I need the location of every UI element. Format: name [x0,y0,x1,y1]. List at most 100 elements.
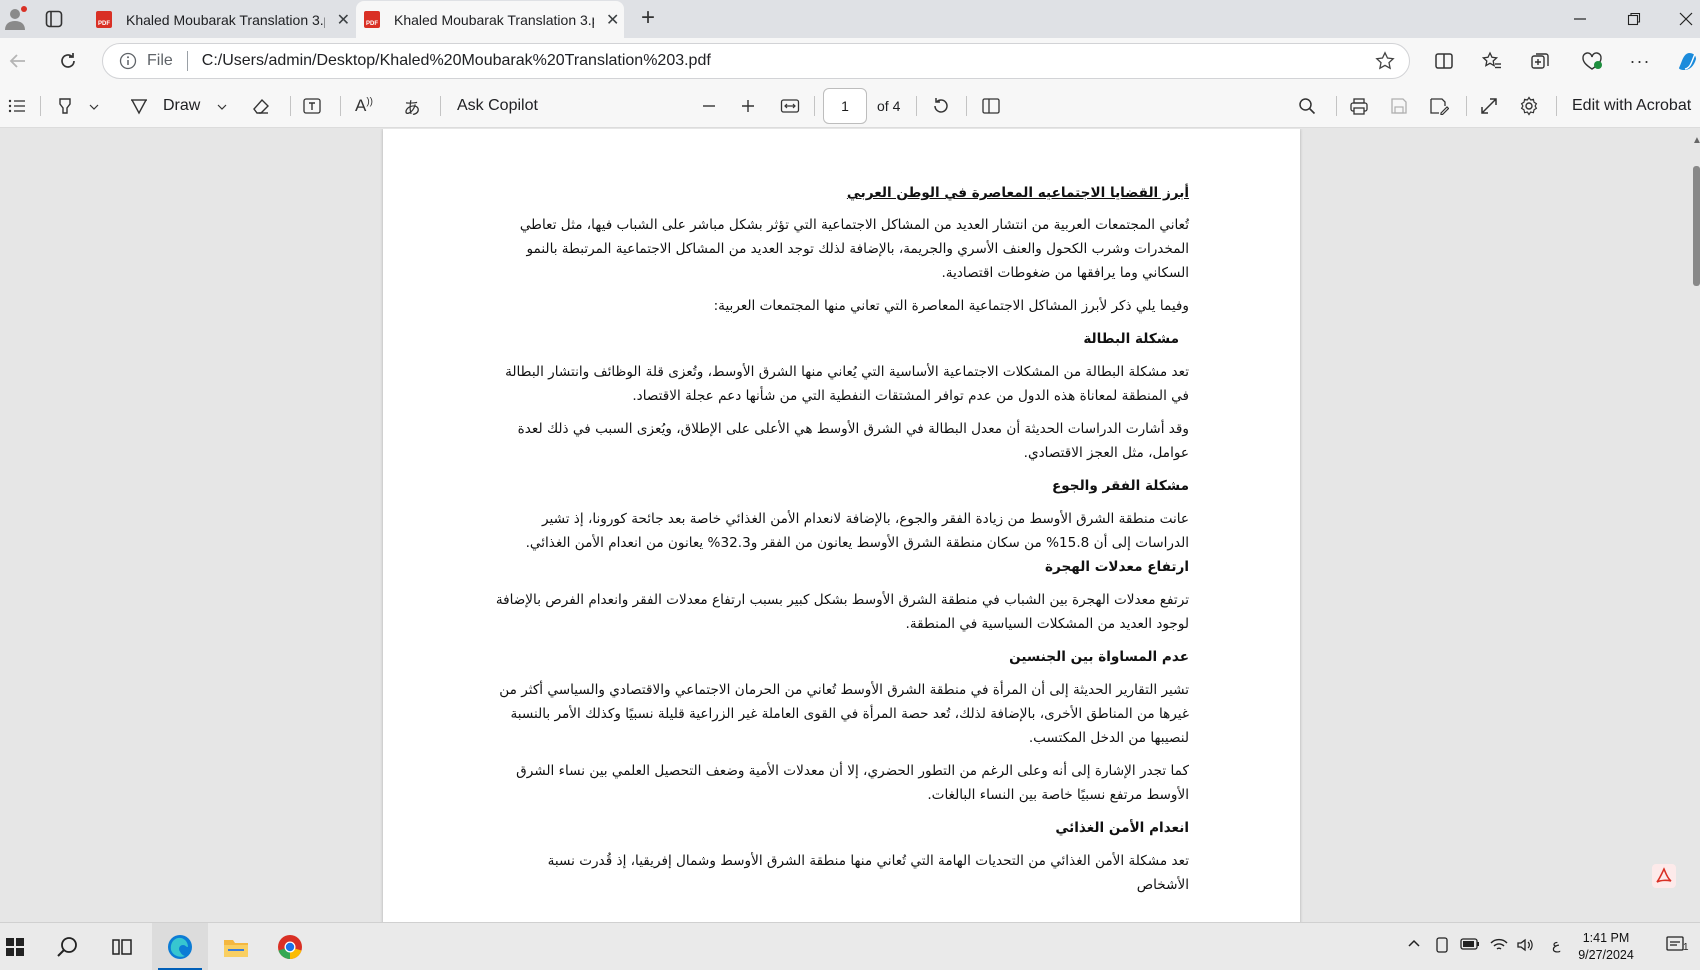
clock-date: 9/27/2024 [1578,948,1634,962]
fit-width-icon[interactable] [778,95,802,117]
ask-copilot-button[interactable]: Ask Copilot [457,97,538,115]
minimize-button[interactable] [1568,8,1592,30]
browser-essentials-icon[interactable] [1580,49,1604,73]
taskbar: ع 1:41 PM 9/27/2024 1 [0,922,1700,970]
read-aloud-glyph: A)) [354,96,373,115]
wifi-icon[interactable] [1490,937,1508,956]
ellipsis-icon: ··· [1629,50,1651,71]
pdf-toolbar: Draw A)) あ Ask Copilot 1 of 4 Edit with … [0,84,1700,128]
restore-button[interactable] [1622,8,1646,30]
edit-with-acrobat-button[interactable]: Edit with Acrobat [1572,97,1691,115]
zoom-out-icon[interactable] [698,95,720,117]
file-explorer-icon[interactable] [218,923,254,970]
translate-icon[interactable]: あ [400,95,424,118]
read-aloud-icon[interactable]: A)) [352,95,376,117]
refresh-icon[interactable] [56,49,80,73]
split-screen-icon[interactable] [1432,49,1456,73]
device-icon[interactable] [1434,937,1450,956]
heading-inequality: عدم المساواة بين الجنسين [1009,649,1189,665]
heading-poverty: مشكلة الفقر والجوع [1051,478,1189,494]
highlight-icon[interactable] [54,95,76,117]
toolbar-divider [916,96,917,116]
paragraph-intro: تُعاني المجتمعات العربية من انتشار العدي… [519,217,1189,281]
heading-unemployment: مشكلة البطالة [1083,331,1179,347]
notification-count: 1 [1683,942,1689,953]
page-total-label: of 4 [877,98,901,114]
table-of-contents-icon[interactable] [6,95,28,117]
tab-pdf-2[interactable]: PDF Khaled Moubarak Translation 3.pdf ✕ [356,1,624,38]
copilot-icon[interactable] [1674,49,1700,73]
toolbar-divider [966,96,967,116]
address-input[interactable]: File C:/Users/admin/Desktop/Khaled%20Mou… [102,43,1410,79]
toolbar-divider [814,96,815,116]
toolbar-divider [1466,96,1467,116]
highlight-dropdown-icon[interactable] [86,99,102,115]
paragraph-unemployment-1: تعد مشكلة البطالة من المشكلات الاجتماعية… [505,364,1189,404]
address-bar-row: File C:/Users/admin/Desktop/Khaled%20Mou… [0,38,1700,84]
volume-icon[interactable] [1516,937,1534,956]
search-icon[interactable] [50,923,86,970]
tab-strip: PDF Khaled Moubarak Translation 3.pdf ✕ … [0,0,1700,38]
translate-glyph: あ [403,98,421,118]
taskbar-clock[interactable]: 1:41 PM 9/27/2024 [1568,930,1644,964]
draw-icon[interactable] [128,95,150,117]
search-icon[interactable] [1296,95,1318,117]
windows-start-icon[interactable] [0,923,30,970]
favorite-star-icon[interactable] [1375,51,1395,71]
page-view-icon[interactable] [980,95,1002,117]
url-text: C:/Users/admin/Desktop/Khaled%20Moubarak… [201,52,711,69]
edge-app-icon[interactable] [152,923,208,970]
add-text-icon[interactable] [301,95,323,117]
tab-title: Khaled Moubarak Translation 3.pdf [126,11,325,28]
plus-icon: + [640,4,655,31]
input-language-indicator[interactable]: ع [1552,936,1560,953]
show-hidden-icons[interactable] [1406,935,1422,954]
page-number-input[interactable]: 1 [823,88,867,124]
acrobat-icon[interactable] [1650,862,1678,890]
scroll-up-icon[interactable]: ▲ [1692,135,1700,146]
battery-icon[interactable] [1460,937,1480,954]
pdf-icon: PDF [364,11,380,28]
zoom-in-icon[interactable] [737,95,759,117]
back-icon[interactable] [6,49,30,73]
collections-icon[interactable] [1528,49,1552,73]
tab-actions-icon[interactable] [42,8,66,30]
new-tab-button[interactable]: + [636,4,660,31]
toolbar-divider [440,96,441,116]
more-options-icon[interactable]: ··· [1628,49,1652,73]
url-scheme-label: File [147,52,173,69]
draw-dropdown-icon[interactable] [214,99,230,115]
url-divider [186,51,188,71]
paragraph-inequality-1: تشير التقارير الحديثة إلى أن المرأة في م… [499,682,1189,746]
close-window-button[interactable] [1674,8,1698,30]
rotate-icon[interactable] [930,95,952,117]
info-icon[interactable] [119,52,137,70]
toolbar-divider [340,96,341,116]
close-icon[interactable]: ✕ [606,10,619,30]
document-title: أبرز القضايا الاجتماعيه المعاصرة في الوط… [846,185,1189,201]
print-icon[interactable] [1348,95,1370,117]
toolbar-divider [40,96,41,116]
task-view-icon[interactable] [104,923,140,970]
profile-icon[interactable] [2,4,28,32]
favorites-icon[interactable] [1480,49,1504,73]
fullscreen-icon[interactable] [1478,95,1500,117]
tab-pdf-1[interactable]: PDF Khaled Moubarak Translation 3.pdf ✕ [88,1,350,38]
paragraph-food-security: تعد مشكلة الأمن الغذائي من التحديات الها… [547,853,1189,893]
save-as-icon[interactable] [1428,95,1450,117]
chrome-app-icon[interactable] [272,923,308,970]
close-icon[interactable]: ✕ [337,10,350,30]
scrollbar-thumb[interactable] [1693,166,1700,286]
heading-migration: ارتفاع معدلات الهجرة [1045,559,1189,575]
eraser-icon[interactable] [250,95,272,117]
notification-icon[interactable]: 1 [1666,935,1690,958]
save-icon[interactable] [1388,95,1410,117]
paragraph-poverty: عانت منطقة الشرق الأوسط من زيادة الفقر و… [525,511,1189,551]
settings-gear-icon[interactable] [1518,95,1540,117]
pdf-viewer[interactable]: أبرز القضايا الاجتماعيه المعاصرة في الوط… [0,129,1700,923]
toolbar-divider [1556,96,1557,116]
heading-food-security: انعدام الأمن الغذائي [1055,820,1189,836]
draw-button[interactable]: Draw [163,97,200,115]
pdf-icon: PDF [96,11,112,28]
toolbar-divider [1336,96,1337,116]
